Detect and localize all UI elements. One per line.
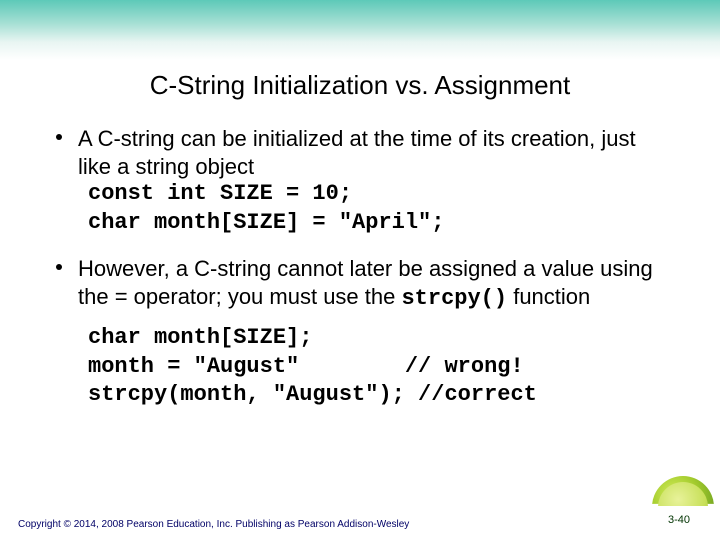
bullet-2-text-part-c: function — [507, 284, 590, 309]
bullet-1-text: A C-string can be initialized at the tim… — [78, 125, 670, 180]
bullet-2: However, a C-string cannot later be assi… — [50, 255, 670, 410]
bullet-1: A C-string can be initialized at the tim… — [50, 125, 670, 237]
strcpy-inline: strcpy() — [401, 286, 507, 311]
bullet-dot-icon — [56, 134, 62, 140]
bullet-2-text: However, a C-string cannot later be assi… — [78, 255, 670, 312]
bullet-dot-icon — [56, 264, 62, 270]
bullet-1-code: const int SIZE = 10; char month[SIZE] = … — [88, 180, 670, 237]
copyright-footer: Copyright © 2014, 2008 Pearson Education… — [18, 519, 409, 530]
bullet-2-code: char month[SIZE]; month = "August" // wr… — [88, 324, 670, 410]
slide-content: C-String Initialization vs. Assignment A… — [0, 70, 720, 410]
lime-icon — [652, 476, 714, 538]
header-gradient — [0, 0, 720, 60]
slide-title: C-String Initialization vs. Assignment — [50, 70, 670, 101]
